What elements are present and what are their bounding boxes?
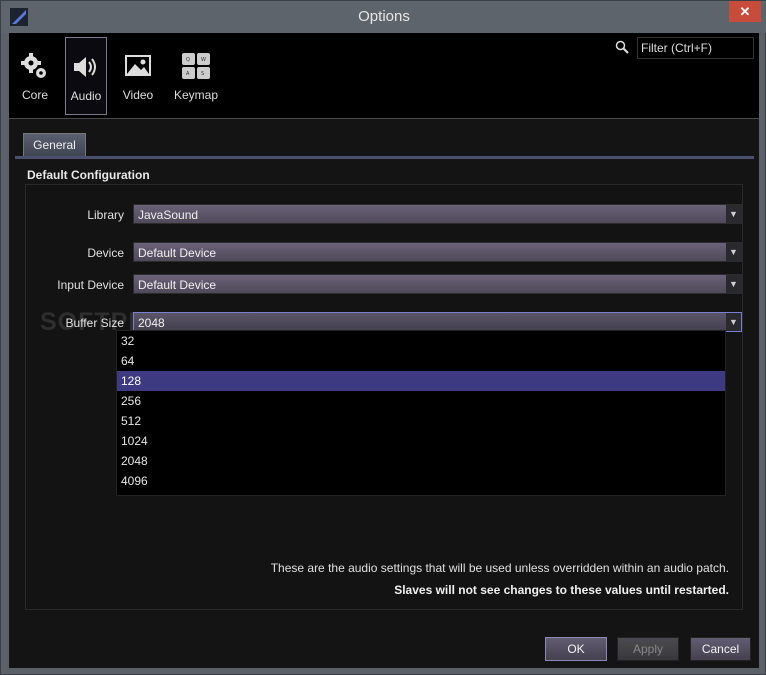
options-content: Core Audio Video Q W A S Keymap Filter (… xyxy=(9,33,759,668)
svg-text:Q: Q xyxy=(186,57,190,63)
speaker-icon xyxy=(74,57,96,77)
dropdown-option[interactable]: 512 xyxy=(117,411,725,431)
apply-button[interactable]: Apply xyxy=(617,637,679,661)
toolbar-item-core[interactable]: Core xyxy=(13,37,57,115)
input-device-select[interactable]: Default Device ▼ xyxy=(133,274,742,294)
library-value: JavaSound xyxy=(138,208,199,222)
toolbar-label-keymap: Keymap xyxy=(173,88,219,102)
options-window: Options ✕ Core Audio Video Q W A S Keyma… xyxy=(0,0,766,675)
toolbar-label-video: Video xyxy=(122,88,154,102)
toolbar-item-keymap[interactable]: Q W A S Keymap xyxy=(169,37,223,115)
dropdown-option[interactable]: 32 xyxy=(117,331,725,351)
tab-divider xyxy=(15,156,754,159)
chevron-down-icon[interactable]: ▼ xyxy=(726,313,741,331)
svg-text:A: A xyxy=(186,71,190,77)
category-toolbar: Core Audio Video Q W A S Keymap Filter (… xyxy=(9,33,759,119)
toolbar-label-core: Core xyxy=(21,88,48,102)
settings-note: These are the audio settings that will b… xyxy=(270,561,729,575)
toolbar-label-audio: Audio xyxy=(70,89,102,103)
dropdown-option[interactable]: 1024 xyxy=(117,431,725,451)
filter-input[interactable] xyxy=(637,37,754,59)
close-button[interactable]: ✕ xyxy=(729,1,761,22)
toolbar-item-video[interactable]: Video xyxy=(116,37,160,115)
input-device-label: Input Device xyxy=(57,278,124,292)
buffer-size-select[interactable]: 2048 ▼ xyxy=(133,312,742,332)
chevron-down-icon[interactable]: ▼ xyxy=(726,243,741,261)
library-label: Library xyxy=(87,208,124,222)
ok-button[interactable]: OK xyxy=(545,637,607,661)
cancel-button[interactable]: Cancel xyxy=(690,637,751,661)
section-title: Default Configuration xyxy=(27,168,150,182)
window-title: Options xyxy=(358,8,410,25)
image-icon xyxy=(125,55,151,76)
chevron-down-icon[interactable]: ▼ xyxy=(726,205,741,223)
dropdown-option[interactable]: 2048 xyxy=(117,451,725,471)
buffer-size-label: Buffer Size xyxy=(65,316,124,330)
dropdown-option[interactable]: 4096 xyxy=(117,471,725,491)
buffer-size-value: 2048 xyxy=(138,316,165,330)
device-label: Device xyxy=(87,246,124,260)
dropdown-option[interactable]: 64 xyxy=(117,351,725,371)
restart-warning: Slaves will not see changes to these val… xyxy=(394,583,729,597)
title-bar[interactable]: Options ✕ xyxy=(1,1,766,33)
chevron-down-icon[interactable]: ▼ xyxy=(726,275,741,293)
buffer-size-dropdown: 32 64 128 256 512 1024 2048 4096 xyxy=(116,330,726,496)
device-select[interactable]: Default Device ▼ xyxy=(133,242,742,262)
library-select[interactable]: JavaSound ▼ xyxy=(133,204,742,224)
dropdown-option[interactable]: 256 xyxy=(117,391,725,411)
search-icon xyxy=(615,40,629,54)
svg-text:W: W xyxy=(201,57,206,63)
gear-icon xyxy=(21,53,46,78)
dropdown-option-highlighted[interactable]: 128 xyxy=(117,371,725,391)
keyboard-icon: Q W A S xyxy=(182,53,210,79)
tab-general[interactable]: General xyxy=(23,133,86,156)
input-device-value: Default Device xyxy=(138,278,217,292)
svg-text:S: S xyxy=(201,71,204,77)
toolbar-item-audio[interactable]: Audio xyxy=(65,37,107,115)
device-value: Default Device xyxy=(138,246,217,260)
